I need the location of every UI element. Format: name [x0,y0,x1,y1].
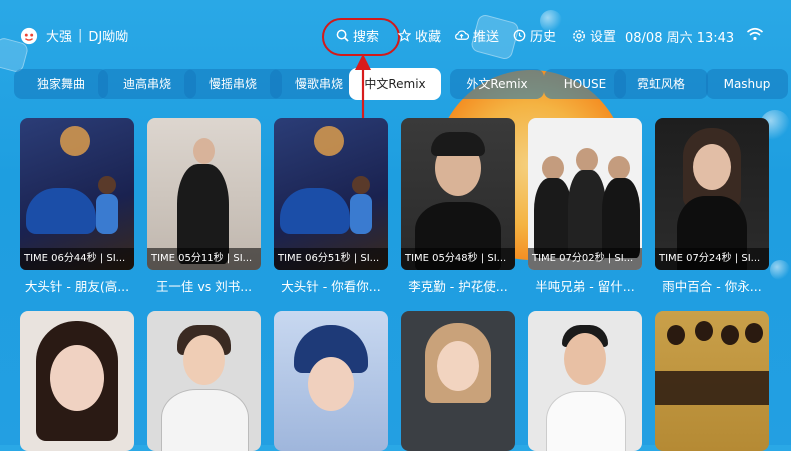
highlight-circle [322,18,400,56]
song-card[interactable]: TIME 07分24秒 | SI... 雨中百合 - 你永... [655,118,769,295]
clock-icon [513,29,526,42]
song-title: 王一佳 vs 刘书... [155,279,253,294]
album-cover: TIME 07分24秒 | SI... [655,118,769,270]
song-card[interactable] [655,311,769,451]
push-button[interactable]: 推送 [454,26,499,45]
album-cover: TIME 05分11秒 | SI... [147,118,261,270]
album-cover [655,311,769,451]
datetime: 08/08 周六 13:43 [625,31,735,46]
song-card[interactable]: TIME 05分11秒 | SI... 王一佳 vs 刘书... [147,118,261,295]
settings-button[interactable]: 设置 [572,26,616,45]
album-cover [401,311,515,451]
duration-caption: TIME 05分11秒 | SI... [147,248,261,270]
song-title: 大头针 - 朋友(高... [24,279,130,294]
album-cover: TIME 05分48秒 | SI... [401,118,515,270]
tab-slow-shake[interactable]: 慢摇串烧 [184,69,282,99]
song-card[interactable]: TIME 06分51秒 | SI... 大头针 - 你看你... [274,118,388,295]
album-cover [147,311,261,451]
history-label: 历史 [530,30,557,45]
cloud-upload-icon [455,30,469,40]
album-cover: TIME 06分51秒 | SI... [274,118,388,270]
category-tabs: 独家舞曲 迪高串烧 慢摇串烧 慢歌串烧 中文Remix 外文Remix HOUS… [14,68,791,101]
album-cover: TIME 07分02秒 | SI... [528,118,642,270]
tab-mashup[interactable]: Mashup [706,69,788,99]
song-card[interactable] [20,311,134,451]
song-title: 雨中百合 - 你永... [662,279,762,294]
tab-exclusive[interactable]: 独家舞曲 [14,69,108,99]
favorites-button[interactable]: 收藏 [398,26,441,45]
song-card[interactable] [528,311,642,451]
song-card[interactable] [147,311,261,451]
app-name: DJ呦呦 [88,30,129,45]
album-cover [274,311,388,451]
duration-caption: TIME 07分02秒 | SI... [528,248,642,270]
duration-caption: TIME 07分24秒 | SI... [655,248,769,270]
song-card[interactable]: TIME 05分48秒 | SI... 李克勤 - 护花使... [401,118,515,295]
song-card[interactable] [401,311,515,451]
wifi-icon [746,27,764,41]
push-label: 推送 [473,30,500,45]
album-cover [528,311,642,451]
song-title: 李克勤 - 护花使... [408,279,508,294]
gear-icon [573,29,585,42]
settings-label: 设置 [590,30,617,45]
tab-foreign-remix[interactable]: 外文Remix [450,69,544,99]
song-card[interactable]: TIME 07分02秒 | SI... 半吨兄弟 - 留什... [528,118,642,295]
song-title: 大头针 - 你看你... [281,279,381,294]
duration-caption: TIME 05分48秒 | SI... [401,248,515,270]
tab-disco[interactable]: 迪高串烧 [98,69,196,99]
divider: | [78,28,83,43]
history-button[interactable]: 历史 [513,26,556,45]
user-name: 大强 [46,30,73,45]
star-icon [398,29,411,42]
tab-neon-style[interactable]: 霓虹风格 [614,69,708,99]
top-bar: 大强 | DJ呦呦 搜索 收藏 推送 历史 设置 08/08 周六 13:43 [0,0,791,70]
song-card[interactable] [274,311,388,451]
duration-caption: TIME 06分44秒 | SI... [20,248,134,270]
bubble-decoration [770,260,790,280]
song-title: 半吨兄弟 - 留什... [535,279,635,294]
brand: 大强 | DJ呦呦 [20,26,128,45]
duration-caption: TIME 06分51秒 | SI... [274,248,388,270]
avatar-icon [20,27,38,44]
album-cover: TIME 06分44秒 | SI... [20,118,134,270]
song-card[interactable]: TIME 06分44秒 | SI... 大头针 - 朋友(高... [20,118,134,295]
favorites-label: 收藏 [415,30,442,45]
album-cover [20,311,134,451]
